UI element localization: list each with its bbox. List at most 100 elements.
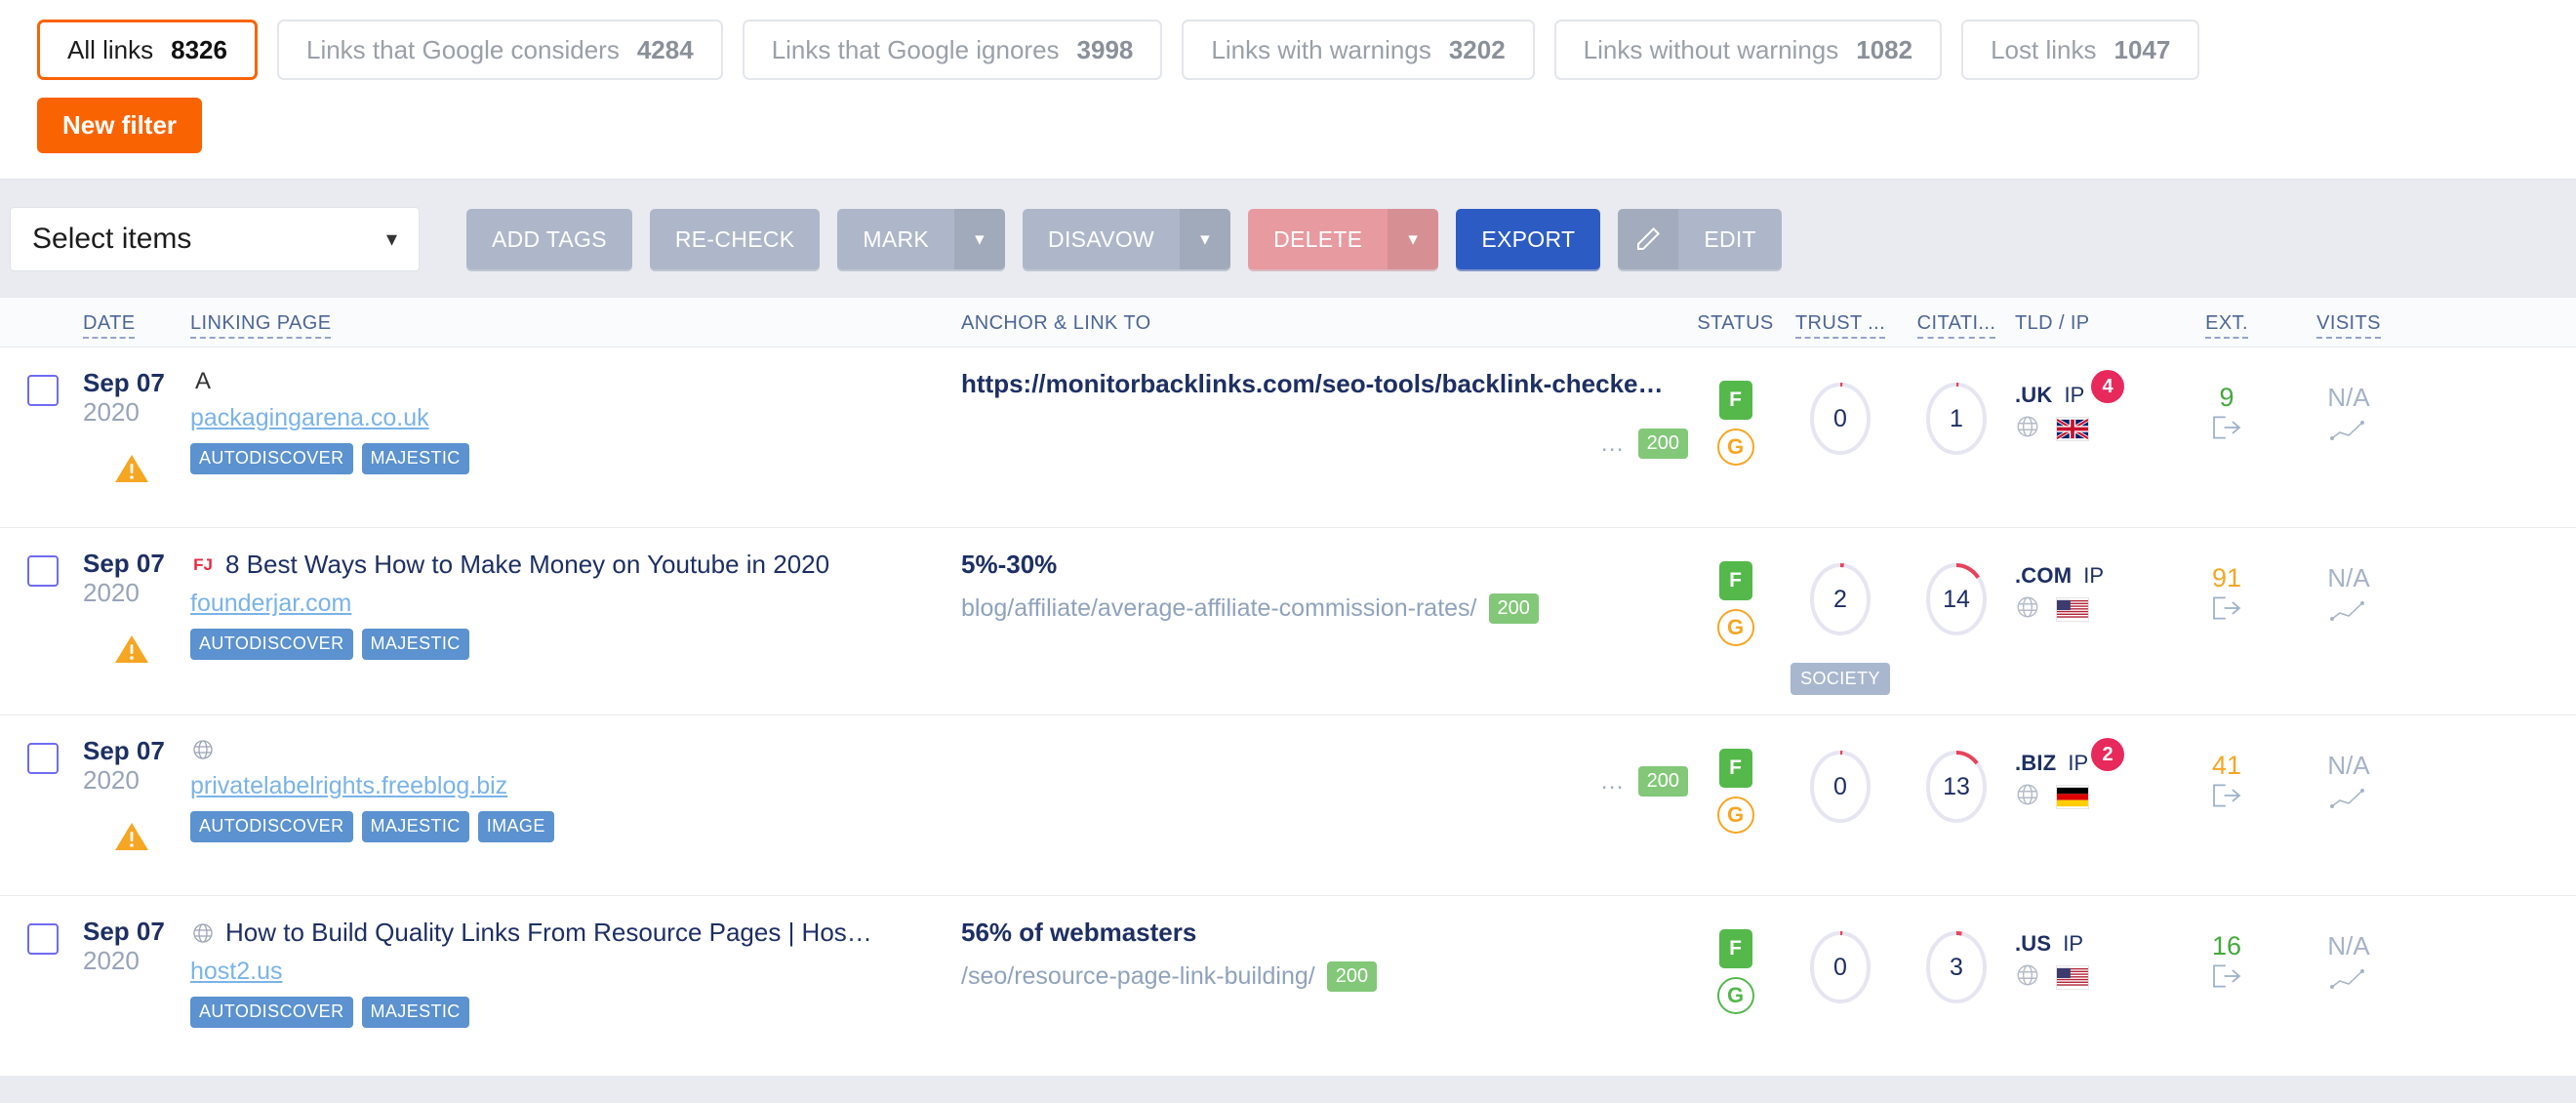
filter-tab-5[interactable]: Lost links 1047 [1961, 20, 2200, 80]
link-to-url[interactable]: blog/affiliate/average-affiliate-commiss… [961, 594, 1477, 623]
link-tag[interactable]: AUTODISCOVER [190, 443, 353, 474]
re-check-button[interactable]: RE-CHECK [649, 209, 821, 269]
link-to-url[interactable]: /seo/resource-page-link-building/ [961, 962, 1315, 991]
header-visits[interactable]: VISITS [2316, 312, 2381, 339]
date-cell: Sep 07 2020 [83, 917, 190, 976]
linking-page-domain[interactable]: host2.us [190, 958, 283, 986]
visits-value: N/A [2327, 931, 2370, 960]
anchor-text[interactable]: 5%-30% [961, 550, 1688, 580]
filter-tab-2[interactable]: Links that Google ignores 3998 [742, 20, 1163, 80]
row-checkbox[interactable] [27, 555, 59, 587]
link-to-row: /seo/resource-page-link-building/200 [961, 961, 1688, 992]
mark-caret-icon[interactable]: ▾ [954, 209, 1006, 269]
http-status-code: 200 [1488, 593, 1539, 624]
select-items-dropdown[interactable]: Select items ▾ [10, 207, 420, 271]
edit-button[interactable]: EDIT [1618, 209, 1782, 269]
truncation-dots: … [1599, 767, 1627, 795]
linking-page-title[interactable]: How to Build Quality Links From Resource… [225, 918, 872, 948]
header-citation-flow[interactable]: CITATI... [1916, 312, 1996, 339]
citation-flow-gauge: 13 [1919, 743, 1993, 831]
globe-icon [2015, 594, 2040, 625]
pencil-icon [1618, 209, 1679, 269]
table-row[interactable]: Sep 07 2020 privatelabelrights.freeblog.bi… [0, 715, 2576, 896]
linking-page-domain[interactable]: packagingarena.co.uk [190, 404, 429, 432]
link-tag[interactable]: MAJESTIC [361, 811, 469, 842]
warning-icon [115, 455, 148, 483]
filter-tab-0[interactable]: All links 8326 [37, 20, 258, 80]
follow-badge: F [1718, 749, 1752, 788]
mark-button[interactable]: MARK ▾ [837, 209, 1006, 269]
external-links-count: 9 [2219, 383, 2234, 412]
filter-tab-count: 3998 [1076, 34, 1134, 64]
delete-button-label: DELETE [1273, 225, 1363, 252]
external-links-count: 91 [2211, 563, 2242, 592]
linking-page-domain[interactable]: privatelabelrights.freeblog.biz [190, 772, 507, 800]
external-link-icon [2210, 963, 2243, 994]
header-date[interactable]: DATE [83, 312, 136, 339]
disavow-caret-icon[interactable]: ▾ [1180, 209, 1231, 269]
donut-value: 1 [1950, 404, 1963, 432]
table-row[interactable]: Sep 07 2020 How to Build Quality Links Fro… [0, 896, 2576, 1077]
anchor-text[interactable]: 56% of webmasters [961, 918, 1688, 948]
filter-tab-1[interactable]: Links that Google considers 4284 [276, 20, 723, 80]
tld-label: .US [2015, 931, 2052, 956]
citation-flow-cell: 13 [1898, 737, 2015, 831]
link-tag[interactable]: AUTODISCOVER [190, 629, 353, 660]
link-tag[interactable]: AUTODISCOVER [190, 997, 353, 1028]
filter-tab-4[interactable]: Links without warnings 1082 [1553, 20, 1943, 80]
table-row[interactable]: Sep 07 2020 FJ 8 Best Ways How to Make Mone… [0, 528, 2576, 715]
external-links-cell: 16 [2168, 918, 2285, 994]
row-checkbox[interactable] [27, 743, 59, 774]
donut-value: 2 [1833, 585, 1847, 613]
category-tag[interactable]: SOCIETY [1791, 663, 1890, 695]
linking-page-title-row: FJ 8 Best Ways How to Make Money on Youtu… [190, 550, 961, 580]
delete-caret-icon[interactable]: ▾ [1388, 209, 1439, 269]
visits-cell: N/A [2285, 737, 2412, 815]
bulk-action-buttons: ADD TAGS RE-CHECK MARK ▾ DISAVOW ▾ DELET… [466, 209, 1782, 269]
trust-flow-cell: 0 [1783, 737, 1898, 831]
date-year: 2020 [83, 397, 140, 428]
globe-icon [190, 737, 216, 762]
link-tag[interactable]: MAJESTIC [361, 997, 469, 1028]
anchor-cell: … 200 [961, 737, 1688, 797]
link-tag[interactable]: MAJESTIC [361, 629, 469, 660]
donut-value: 0 [1833, 404, 1847, 432]
link-tag[interactable]: AUTODISCOVER [190, 811, 353, 842]
header-ext[interactable]: EXT. [2205, 312, 2248, 339]
anchor-text[interactable]: https://monitorbacklinks.com/seo-tools/b… [961, 369, 1688, 399]
google-badge: G [1716, 609, 1754, 646]
linking-page-domain[interactable]: founderjar.com [190, 590, 351, 618]
add-tags-button[interactable]: ADD TAGS [466, 209, 632, 269]
row-checkbox[interactable] [27, 923, 59, 955]
export-button[interactable]: EXPORT [1456, 209, 1601, 269]
date-year: 2020 [83, 578, 140, 608]
linking-page-cell: How to Build Quality Links From Resource… [190, 918, 961, 1028]
filter-tab-label: Links with warnings [1211, 34, 1431, 64]
date-day: Sep 07 [83, 917, 165, 946]
follow-badge: F [1718, 381, 1752, 420]
ip-label: IP [2083, 563, 2105, 588]
delete-button[interactable]: DELETE ▾ [1248, 209, 1439, 269]
row-checkbox[interactable] [27, 375, 59, 406]
new-filter-button[interactable]: New filter [37, 98, 203, 153]
citation-flow-cell: 3 [1898, 918, 2015, 1011]
table-row[interactable]: Sep 07 2020 Apackagingarena.co.uk AUTODISCO… [0, 347, 2576, 528]
tld-ip-cell: .UK IP 4 [2015, 369, 2168, 444]
follow-badge: F [1718, 929, 1752, 968]
linking-page-title[interactable]: 8 Best Ways How to Make Money on Youtube… [225, 550, 829, 580]
row-checkbox-cell [0, 737, 83, 774]
donut-value: 0 [1833, 772, 1847, 800]
header-trust-flow[interactable]: TRUST ... [1794, 312, 1886, 339]
link-to-row: … 200 [961, 429, 1688, 459]
citation-flow-gauge: 3 [1919, 923, 1993, 1011]
link-tags: AUTODISCOVER MAJESTIC [190, 443, 961, 474]
disavow-button[interactable]: DISAVOW ▾ [1023, 209, 1231, 269]
date-cell: Sep 07 2020 [83, 549, 190, 670]
sparkline-icon [2329, 967, 2368, 996]
filter-tab-3[interactable]: Links with warnings 3202 [1182, 20, 1535, 80]
link-tag[interactable]: IMAGE [477, 811, 554, 842]
link-tag[interactable]: MAJESTIC [361, 443, 469, 474]
external-link-icon [2210, 415, 2243, 445]
header-linking-page[interactable]: LINKING PAGE [190, 312, 332, 339]
visits-value: N/A [2327, 383, 2370, 412]
